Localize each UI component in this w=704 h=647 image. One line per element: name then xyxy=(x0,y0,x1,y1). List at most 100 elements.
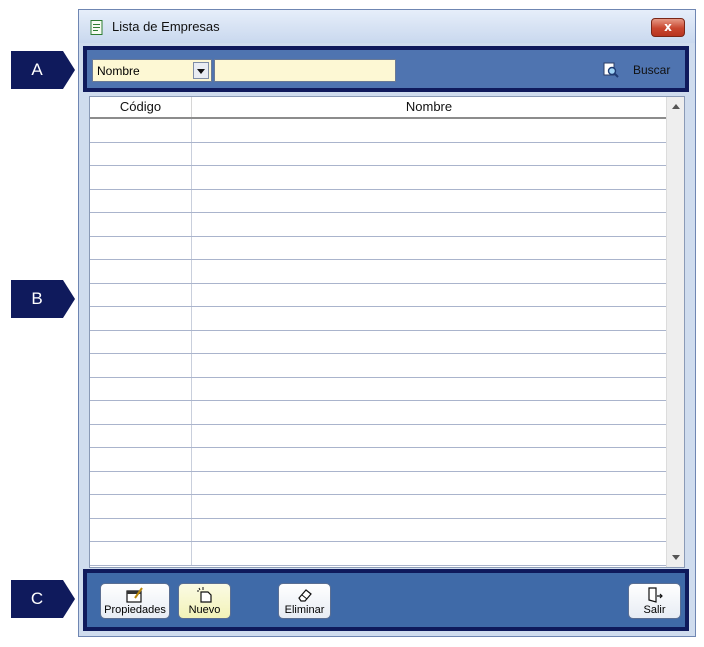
table-row[interactable] xyxy=(90,448,666,472)
cell-nombre[interactable] xyxy=(192,378,666,401)
close-icon: x xyxy=(664,20,672,34)
cell-codigo[interactable] xyxy=(90,518,192,541)
cell-codigo[interactable] xyxy=(90,307,192,330)
search-field-value: Nombre xyxy=(97,64,140,78)
table-header: Código Nombre xyxy=(90,97,666,119)
cell-nombre[interactable] xyxy=(192,284,666,307)
search-input[interactable] xyxy=(214,59,396,82)
callout-a-arrow xyxy=(63,51,75,89)
callout-a-letter: A xyxy=(31,60,43,79)
chevron-down-icon xyxy=(197,69,205,74)
table-row[interactable] xyxy=(90,283,666,307)
cell-codigo[interactable] xyxy=(90,283,192,306)
callout-b-letter: B xyxy=(31,289,43,308)
cell-nombre[interactable] xyxy=(192,472,666,495)
new-label: Nuevo xyxy=(188,604,221,616)
cell-codigo[interactable] xyxy=(90,213,192,236)
title-bar[interactable]: Lista de Empresas x xyxy=(79,10,695,43)
cell-nombre[interactable] xyxy=(192,425,666,448)
table-row[interactable] xyxy=(90,330,666,354)
cell-nombre[interactable] xyxy=(192,260,666,283)
table-row[interactable] xyxy=(90,189,666,213)
table-row[interactable] xyxy=(90,166,666,190)
vertical-scrollbar[interactable] xyxy=(666,97,684,567)
window-title: Lista de Empresas xyxy=(112,19,220,34)
cell-nombre[interactable] xyxy=(192,237,666,260)
callout-c-arrow xyxy=(63,580,75,618)
cell-codigo[interactable] xyxy=(90,236,192,259)
callout-c-letter: C xyxy=(30,589,44,608)
scroll-down-icon[interactable] xyxy=(672,555,680,560)
table-row[interactable] xyxy=(90,471,666,495)
cell-codigo[interactable] xyxy=(90,260,192,283)
callout-b-arrow xyxy=(63,280,75,318)
table-row[interactable] xyxy=(90,119,666,143)
properties-icon xyxy=(126,587,143,603)
search-field-select[interactable]: Nombre xyxy=(92,59,212,82)
table-row[interactable] xyxy=(90,518,666,542)
table-body xyxy=(90,119,666,567)
cell-nombre[interactable] xyxy=(192,354,666,377)
exit-label: Salir xyxy=(643,604,666,616)
table-row[interactable] xyxy=(90,260,666,284)
cell-codigo[interactable] xyxy=(90,542,192,565)
scroll-up-icon[interactable] xyxy=(672,104,680,109)
dropdown-button[interactable] xyxy=(193,62,209,79)
cell-codigo[interactable] xyxy=(90,377,192,400)
search-icon xyxy=(603,62,619,78)
cell-codigo[interactable] xyxy=(90,166,192,189)
cell-codigo[interactable] xyxy=(90,189,192,212)
cell-nombre[interactable] xyxy=(192,331,666,354)
exit-door-icon xyxy=(647,587,663,603)
cell-codigo[interactable] xyxy=(90,119,192,142)
cell-codigo[interactable] xyxy=(90,354,192,377)
cell-codigo[interactable] xyxy=(90,142,192,165)
table-row[interactable] xyxy=(90,542,666,566)
cell-nombre[interactable] xyxy=(192,166,666,189)
cell-nombre[interactable] xyxy=(192,143,666,166)
properties-button[interactable]: Propiedades xyxy=(100,583,170,619)
cell-nombre[interactable] xyxy=(192,213,666,236)
action-toolbar: Propiedades Nuevo Eliminar Salir xyxy=(83,569,689,631)
cell-codigo[interactable] xyxy=(90,495,192,518)
cell-nombre[interactable] xyxy=(192,401,666,424)
callout-c: C xyxy=(11,580,75,618)
delete-label: Eliminar xyxy=(284,604,325,616)
search-button[interactable]: Buscar xyxy=(603,60,683,80)
close-button[interactable]: x xyxy=(651,18,685,37)
delete-button[interactable]: Eliminar xyxy=(278,583,331,619)
table-row[interactable] xyxy=(90,495,666,519)
eraser-icon xyxy=(297,589,312,602)
cell-nombre[interactable] xyxy=(192,448,666,471)
new-button[interactable]: Nuevo xyxy=(178,583,231,619)
search-button-label: Buscar xyxy=(633,63,671,77)
table-row[interactable] xyxy=(90,377,666,401)
cell-codigo[interactable] xyxy=(90,448,192,471)
company-table: Código Nombre xyxy=(89,96,685,568)
table-row[interactable] xyxy=(90,307,666,331)
app-document-icon xyxy=(90,20,103,35)
cell-nombre[interactable] xyxy=(192,542,666,565)
cell-nombre[interactable] xyxy=(192,519,666,542)
table-row[interactable] xyxy=(90,213,666,237)
cell-codigo[interactable] xyxy=(90,471,192,494)
cell-nombre[interactable] xyxy=(192,190,666,213)
properties-label: Propiedades xyxy=(104,604,166,616)
table-row[interactable] xyxy=(90,142,666,166)
exit-button[interactable]: Salir xyxy=(628,583,681,619)
new-document-icon xyxy=(196,587,212,603)
cell-codigo[interactable] xyxy=(90,330,192,353)
cell-codigo[interactable] xyxy=(90,401,192,424)
table-row[interactable] xyxy=(90,401,666,425)
cell-nombre[interactable] xyxy=(192,119,666,142)
table-row[interactable] xyxy=(90,354,666,378)
cell-codigo[interactable] xyxy=(90,424,192,447)
column-header-nombre[interactable]: Nombre xyxy=(192,97,666,117)
table-row[interactable] xyxy=(90,424,666,448)
cell-nombre[interactable] xyxy=(192,495,666,518)
search-toolbar: Nombre Buscar xyxy=(83,46,689,92)
callout-a: A xyxy=(11,51,75,89)
cell-nombre[interactable] xyxy=(192,307,666,330)
column-header-codigo[interactable]: Código xyxy=(90,97,192,117)
table-row[interactable] xyxy=(90,236,666,260)
